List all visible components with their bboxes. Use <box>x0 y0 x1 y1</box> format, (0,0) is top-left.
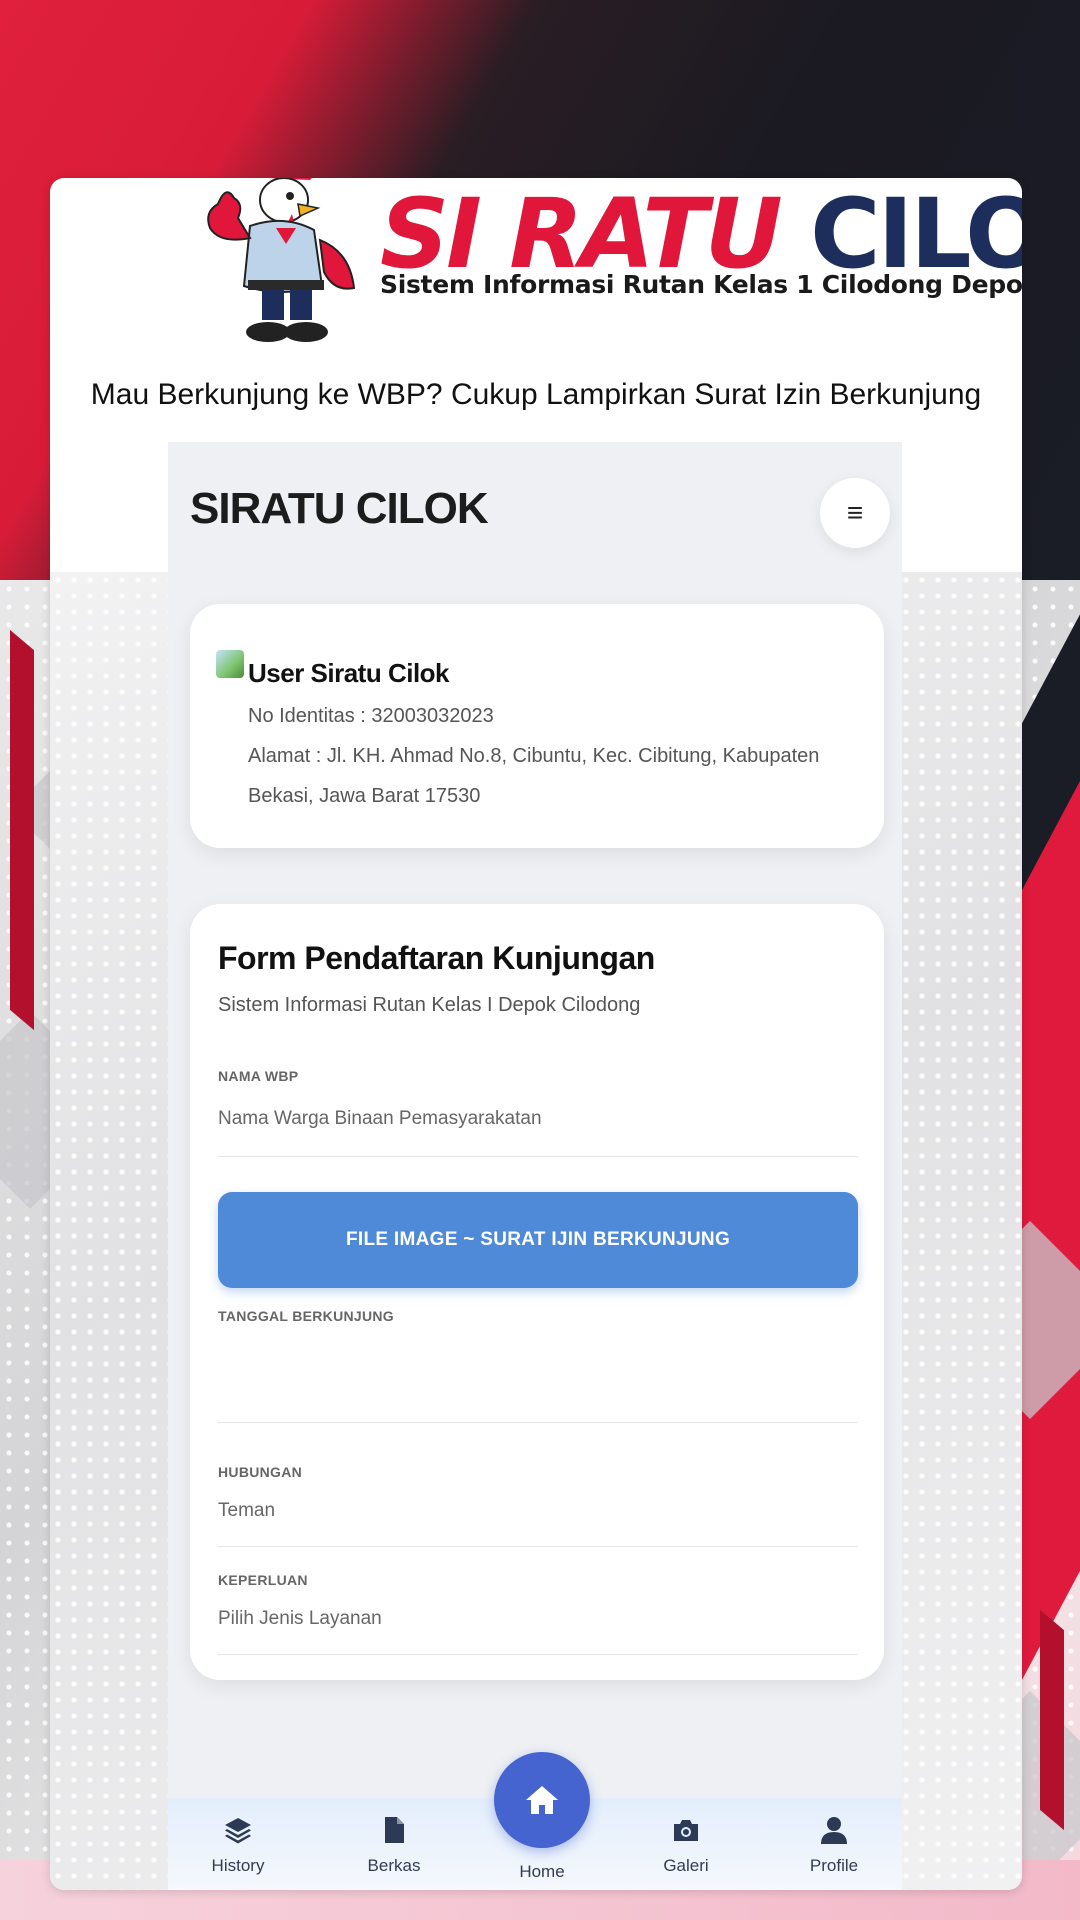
divider <box>218 1156 858 1157</box>
nav-history[interactable]: History <box>188 1814 288 1876</box>
nav-history-label: History <box>211 1856 265 1875</box>
logo-subtitle: Sistem Informasi Rutan Kelas 1 Cilodong … <box>380 270 1022 299</box>
nav-galeri-label: Galeri <box>663 1856 709 1875</box>
home-icon <box>526 1786 558 1814</box>
camera-icon <box>674 1820 698 1841</box>
nav-galeri[interactable]: Galeri <box>636 1814 736 1876</box>
hubungan-select[interactable]: Teman <box>218 1500 275 1522</box>
user-icon <box>821 1817 847 1844</box>
visit-registration-form: Form Pendaftaran Kunjungan Sistem Inform… <box>190 904 884 1680</box>
user-id: No Identitas : 32003032023 <box>248 705 494 727</box>
user-address-line-2: Bekasi, Jawa Barat 17530 <box>248 785 481 807</box>
nama-wbp-input[interactable]: Nama Warga Binaan Pemasyarakatan <box>218 1108 542 1130</box>
keperluan-label: KEPERLUAN <box>218 1572 308 1588</box>
divider <box>218 1654 858 1655</box>
hubungan-label: HUBUNGAN <box>218 1464 303 1480</box>
nav-profile-label: Profile <box>809 1856 859 1875</box>
avatar <box>216 650 244 678</box>
logo-title: SI RATU CILOK <box>380 178 1022 290</box>
menu-button[interactable]: ≡ <box>820 478 890 548</box>
hamburger-icon: ≡ <box>846 497 864 528</box>
background-red-bar <box>10 809 34 1031</box>
background-red-bar <box>1040 1609 1064 1831</box>
app-screenshot: SIRATU CILOK ≡ User Siratu Cilok No Iden… <box>168 442 902 1890</box>
nav-berkas-label: Berkas <box>367 1856 421 1875</box>
promo-card: SI RATU CILOK Sistem Informasi Rutan Kel… <box>50 178 1022 1890</box>
file-icon <box>385 1817 404 1843</box>
layers-icon <box>225 1818 251 1844</box>
nav-home-label: Home <box>519 1862 565 1881</box>
tanggal-berkunjung-label: TANGGAL BERKUNJUNG <box>218 1308 394 1324</box>
divider <box>218 1546 858 1547</box>
divider <box>218 1422 858 1423</box>
page-title: SIRATU CILOK <box>190 484 489 533</box>
nama-wbp-label: NAMA WBP <box>218 1068 299 1084</box>
user-name: User Siratu Cilok <box>248 658 450 688</box>
form-title: Form Pendaftaran Kunjungan <box>218 940 655 976</box>
nav-profile[interactable]: Profile <box>784 1814 884 1876</box>
app-logo: SI RATU CILOK Sistem Informasi Rutan Kel… <box>180 178 1022 348</box>
nav-home-button[interactable] <box>494 1752 590 1848</box>
upload-file-button[interactable]: FILE IMAGE ~ SURAT IJIN BERKUNJUNG <box>218 1192 858 1288</box>
promo-tagline: Mau Berkunjung ke WBP? Cukup Lampirkan S… <box>90 378 982 411</box>
keperluan-select[interactable]: Pilih Jenis Layanan <box>218 1608 382 1630</box>
user-address-line-1: Alamat : Jl. KH. Ahmad No.8, Cibuntu, Ke… <box>248 745 820 767</box>
tanggal-berkunjung-input[interactable] <box>218 1334 858 1414</box>
rooster-mascot-icon <box>207 178 356 342</box>
user-info-card: User Siratu Cilok No Identitas : 3200303… <box>190 604 884 848</box>
form-subtitle: Sistem Informasi Rutan Kelas I Depok Cil… <box>218 994 641 1016</box>
nav-berkas[interactable]: Berkas <box>344 1814 444 1876</box>
